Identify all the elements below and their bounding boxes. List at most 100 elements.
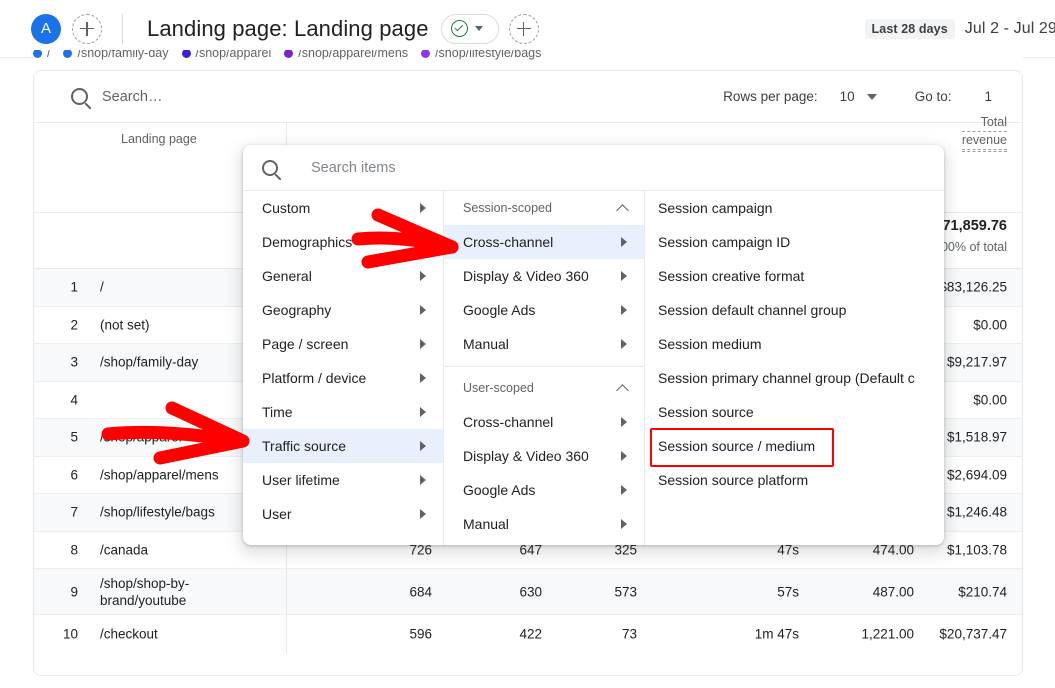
- dropdown-group-header[interactable]: User-scoped: [444, 371, 644, 405]
- dropdown-category-label: General: [262, 268, 312, 284]
- status-chip[interactable]: [441, 14, 499, 44]
- chevron-right-icon: [621, 485, 627, 495]
- total-revenue-subtext: 100% of total: [934, 240, 1007, 254]
- row-landing-page[interactable]: /shop/family-day: [100, 354, 198, 371]
- row-landing-page[interactable]: /shop/shop-by- brand/youtube: [100, 575, 189, 609]
- row-landing-page[interactable]: /shop/lifestyle/bags: [100, 504, 215, 521]
- dropdown-group-item-display-video-360[interactable]: Display & Video 360: [444, 439, 644, 473]
- chevron-right-icon: [420, 475, 426, 485]
- dropdown-dimension-session-creative-format[interactable]: Session creative format: [645, 259, 944, 293]
- row-index: 1: [56, 280, 78, 295]
- chevron-up-icon[interactable]: [616, 204, 629, 217]
- search-icon: [262, 160, 278, 176]
- dropdown-group-item-label: Display & Video 360: [463, 448, 589, 464]
- dropdown-category-user-lifetime[interactable]: User lifetime: [243, 463, 443, 497]
- row-landing-page[interactable]: (not set): [100, 316, 150, 333]
- column-separator: [286, 569, 287, 614]
- dropdown-dimension-column: Session campaignSession campaign IDSessi…: [645, 191, 944, 545]
- dropdown-group-item-cross-channel[interactable]: Cross-channel: [444, 405, 644, 439]
- search-input[interactable]: Search…: [102, 89, 162, 105]
- row-index: 7: [56, 505, 78, 520]
- dropdown-group-item-google-ads[interactable]: Google Ads: [444, 473, 644, 507]
- column-header-landing-page[interactable]: Landing page: [121, 131, 197, 147]
- row-total-revenue: $0.00: [973, 317, 1007, 332]
- legend-label: /shop/lifestyle/bags: [435, 50, 541, 60]
- dropdown-category-demographics[interactable]: Demographics: [243, 225, 443, 259]
- dropdown-group-item-manual[interactable]: Manual: [444, 327, 644, 361]
- chart-legend: / /shop/family-day/shop/apparel/shop/appa…: [33, 50, 1023, 70]
- column-header-total-revenue[interactable]: Total revenue: [962, 114, 1007, 152]
- dimension-picker-dropdown: Search items CustomDemographics General Ge…: [243, 145, 944, 545]
- chevron-right-icon: [621, 271, 627, 281]
- chevron-down-icon[interactable]: [867, 94, 877, 100]
- row-landing-page[interactable]: /canada: [100, 541, 148, 558]
- row-total-revenue: $1,246.48: [947, 505, 1007, 520]
- dropdown-category-page-screen[interactable]: Page / screen: [243, 327, 443, 361]
- row-users: 596: [409, 626, 432, 641]
- dropdown-dimension-session-campaign[interactable]: Session campaign: [645, 191, 944, 225]
- dropdown-group-header[interactable]: Session-scoped: [444, 191, 644, 225]
- plus-icon: [517, 22, 531, 36]
- dropdown-category-geography[interactable]: Geography: [243, 293, 443, 327]
- chevron-right-icon: [621, 519, 627, 529]
- table-row[interactable]: 10/checkout596422731m 47s1,221.00$20,737…: [34, 615, 1022, 653]
- plus-icon: [80, 22, 94, 36]
- dropdown-group-item-display-video-360[interactable]: Display & Video 360: [444, 259, 644, 293]
- dropdown-group-item-google-ads[interactable]: Google Ads: [444, 293, 644, 327]
- table-toolbar: Search… Rows per page: 10 Go to: 1: [34, 71, 1022, 123]
- dropdown-category-label: User: [262, 506, 292, 522]
- goto-page-input[interactable]: 1: [984, 89, 992, 104]
- dropdown-dimension-session-medium[interactable]: Session medium: [645, 327, 944, 361]
- legend-item: /shop/apparel/mens: [284, 50, 408, 60]
- dropdown-category-column: CustomDemographics General GeographyPage /…: [243, 191, 444, 545]
- row-landing-page[interactable]: /shop/apparel/mens: [100, 466, 219, 483]
- legend-color-dot: [421, 50, 430, 58]
- row-events: 487.00: [873, 584, 914, 599]
- dropdown-category-label: Traffic source: [262, 438, 346, 454]
- dropdown-group-column: Session-scopedCross-channelDisplay & Vid…: [444, 191, 645, 545]
- dropdown-category-time[interactable]: Time: [243, 395, 443, 429]
- add-account-button[interactable]: [72, 14, 102, 44]
- dropdown-dimension-session-source[interactable]: Session source: [645, 395, 944, 429]
- add-comparison-button[interactable]: [509, 14, 539, 44]
- dropdown-dimension-session-default-channel-group[interactable]: Session default channel group: [645, 293, 944, 327]
- row-events: 1,221.00: [861, 626, 914, 641]
- dropdown-dimension-session-source-medium[interactable]: Session source / medium: [645, 429, 944, 463]
- dropdown-category-platform-device[interactable]: Platform / device: [243, 361, 443, 395]
- legend-item: /: [33, 50, 50, 60]
- chevron-right-icon: [420, 271, 426, 281]
- dropdown-group-item-label: Google Ads: [463, 482, 535, 498]
- chevron-right-icon: [420, 305, 426, 315]
- rows-per-page-value[interactable]: 10: [840, 89, 855, 104]
- table-row[interactable]: 9/shop/shop-by- brand/youtube68463057357…: [34, 569, 1022, 615]
- dropdown-dimension-session-primary-channel-group-default-c[interactable]: Session primary channel group (Default c: [645, 361, 944, 395]
- dropdown-dimension-label: Session source platform: [658, 472, 808, 488]
- chevron-up-icon[interactable]: [616, 384, 629, 397]
- row-landing-page[interactable]: /checkout: [100, 625, 158, 642]
- row-landing-page[interactable]: /shop/apparel: [100, 429, 182, 446]
- dropdown-group-item-cross-channel[interactable]: Cross-channel: [444, 225, 644, 259]
- legend-item: /shop/family-day: [63, 50, 168, 60]
- chevron-right-icon: [621, 451, 627, 461]
- chevron-right-icon: [621, 339, 627, 349]
- row-landing-page[interactable]: /: [100, 279, 104, 296]
- dropdown-category-label: Platform / device: [262, 370, 366, 386]
- dropdown-dimension-label: Session campaign: [658, 200, 772, 216]
- dropdown-category-custom[interactable]: Custom: [243, 191, 443, 225]
- dropdown-category-traffic-source[interactable]: Traffic source: [243, 429, 443, 463]
- dropdown-group-item-manual[interactable]: Manual: [444, 507, 644, 541]
- dropdown-search-input[interactable]: Search items: [311, 160, 396, 176]
- legend-color-dot: [33, 50, 42, 58]
- dropdown-dimension-session-campaign-id[interactable]: Session campaign ID: [645, 225, 944, 259]
- dropdown-dimension-label: Session primary channel group (Default c: [658, 370, 915, 386]
- dropdown-group-item-label: Manual: [463, 336, 509, 352]
- rows-per-page-label: Rows per page:: [723, 89, 818, 104]
- avatar[interactable]: A: [31, 14, 61, 44]
- analytics-report-screen: A Landing page: Landing page Last 28 day…: [0, 0, 1055, 688]
- chevron-right-icon: [420, 237, 426, 247]
- dropdown-category-general[interactable]: General: [243, 259, 443, 293]
- legend-label: /shop/apparel/mens: [298, 50, 408, 60]
- dropdown-category-user[interactable]: User: [243, 497, 443, 531]
- legend-label: /shop/apparel: [196, 50, 272, 60]
- dropdown-dimension-session-source-platform[interactable]: Session source platform: [645, 463, 944, 497]
